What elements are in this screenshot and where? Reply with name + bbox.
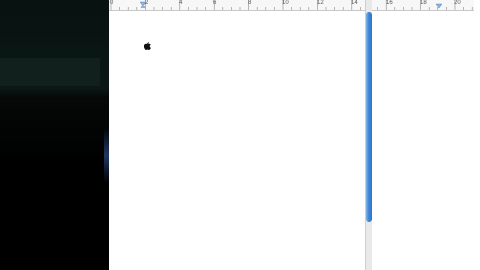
- ruler-label: 14: [351, 0, 358, 6]
- ruler-label: 18: [420, 0, 427, 6]
- ruler-label: 12: [317, 0, 324, 6]
- scrollbar-thumb[interactable]: [366, 12, 372, 222]
- ruler-label: 4: [179, 0, 183, 6]
- ruler-label: 8: [248, 0, 252, 6]
- ruler-label: 6: [213, 0, 217, 6]
- document-page[interactable]: [109, 11, 474, 270]
- ruler-label: 0: [110, 0, 114, 6]
- ruler-label: 16: [386, 0, 393, 6]
- screen: 0 2 4 6 8 10 12 14 16 18 20: [0, 0, 480, 270]
- right-indent-marker-icon[interactable]: [435, 3, 443, 9]
- desktop-band: [0, 58, 100, 86]
- ruler-label: 10: [282, 0, 289, 6]
- first-line-indent-marker-icon[interactable]: [141, 6, 145, 8]
- ruler-label: 2: [145, 0, 149, 6]
- apple-logo-icon: [144, 42, 151, 50]
- vertical-scrollbar[interactable]: [365, 0, 372, 270]
- ruler-label: 20: [454, 0, 461, 6]
- desktop-background: [0, 0, 109, 270]
- document-window: 0 2 4 6 8 10 12 14 16 18 20: [109, 0, 480, 270]
- horizontal-ruler[interactable]: 0 2 4 6 8 10 12 14 16 18 20: [109, 0, 474, 11]
